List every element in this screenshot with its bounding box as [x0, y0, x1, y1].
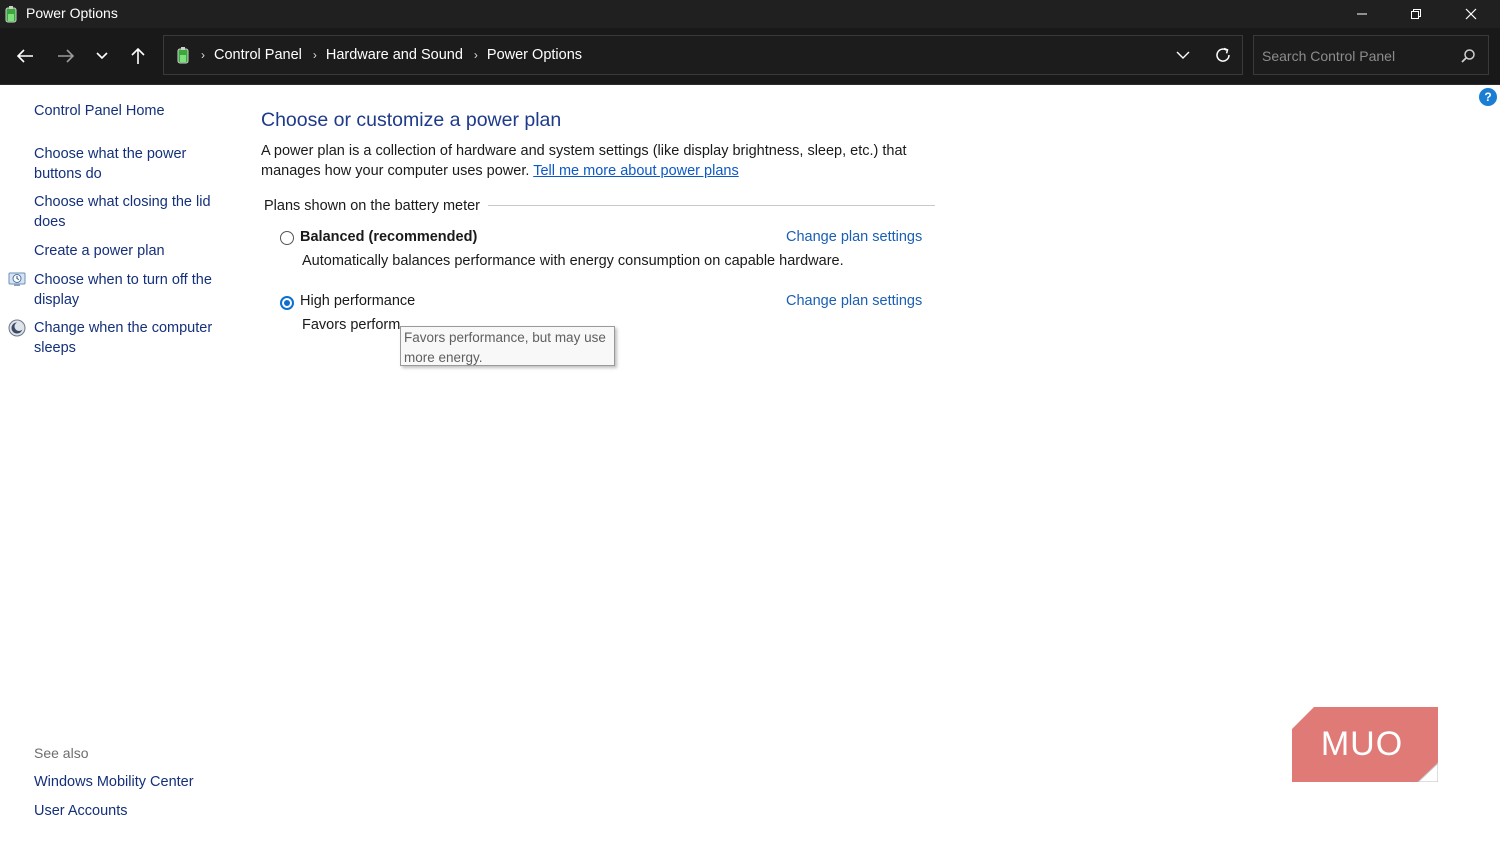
- up-button[interactable]: [124, 42, 152, 70]
- minimize-button[interactable]: [1334, 0, 1390, 28]
- display-clock-icon: [8, 272, 26, 286]
- close-button[interactable]: [1443, 0, 1499, 28]
- high-performance-plan-description: Favors perform: [302, 317, 401, 333]
- watermark-text: MUO: [1321, 725, 1403, 763]
- search-box[interactable]: [1253, 35, 1489, 76]
- arrow-left-icon: [16, 49, 33, 63]
- group-divider: [481, 205, 935, 206]
- see-also-user-accounts[interactable]: User Accounts: [34, 802, 128, 822]
- control-panel-icon: [177, 47, 189, 64]
- back-button[interactable]: [11, 42, 39, 70]
- address-bar[interactable]: › Control Panel › Hardware and Sound › P…: [163, 35, 1243, 75]
- sleep-moon-icon: [8, 319, 26, 337]
- help-button[interactable]: ?: [1479, 88, 1497, 106]
- forward-button[interactable]: [52, 42, 80, 70]
- sidebar-control-panel-home[interactable]: Control Panel Home: [34, 102, 165, 122]
- sidebar-item-power-buttons[interactable]: Choose what the power buttons do: [34, 145, 209, 184]
- refresh-button[interactable]: [1209, 44, 1237, 66]
- chevron-right-icon: ›: [201, 48, 205, 62]
- tell-me-more-link[interactable]: Tell me more about power plans: [533, 163, 739, 179]
- recent-locations-button[interactable]: [88, 42, 116, 70]
- high-performance-change-plan-settings-link[interactable]: Change plan settings: [786, 293, 922, 309]
- muo-watermark-logo: MUO: [1292, 707, 1438, 782]
- breadcrumb-power-options[interactable]: Power Options: [487, 47, 582, 63]
- sidebar-item-create-plan[interactable]: Create a power plan: [34, 242, 165, 262]
- chevron-down-icon: [1176, 51, 1190, 59]
- balanced-plan-radio[interactable]: [280, 231, 294, 245]
- arrow-right-icon: [58, 49, 75, 63]
- sidebar-item-turn-off-display[interactable]: Choose when to turn off the display: [34, 271, 214, 310]
- chevron-down-icon: [96, 52, 108, 60]
- see-also-mobility-center[interactable]: Windows Mobility Center: [34, 773, 194, 793]
- intro-text: A power plan is a collection of hardware…: [261, 142, 961, 181]
- search-input[interactable]: [1254, 36, 1464, 76]
- sidebar-item-computer-sleeps[interactable]: Change when the computer sleeps: [34, 319, 214, 358]
- balanced-change-plan-settings-link[interactable]: Change plan settings: [786, 229, 922, 245]
- window-title: Power Options: [26, 5, 118, 21]
- breadcrumb-hardware-and-sound[interactable]: Hardware and Sound: [326, 47, 463, 63]
- breadcrumb: › Control Panel › Hardware and Sound › P…: [174, 36, 582, 74]
- chevron-right-icon: ›: [473, 48, 478, 62]
- breadcrumb-control-panel[interactable]: Control Panel: [214, 47, 302, 63]
- high-performance-plan-radio[interactable]: [280, 296, 294, 310]
- arrow-up-icon: [131, 47, 145, 64]
- chevron-right-icon: ›: [312, 48, 317, 62]
- balanced-plan-description: Automatically balances performance with …: [302, 253, 844, 269]
- search-icon[interactable]: [1460, 48, 1476, 64]
- plans-group-label: Plans shown on the battery meter: [264, 198, 489, 214]
- navigation-bar: › Control Panel › Hardware and Sound › P…: [0, 28, 1500, 85]
- page-title: Choose or customize a power plan: [261, 109, 562, 131]
- balanced-plan-name[interactable]: Balanced (recommended): [300, 229, 477, 245]
- address-dropdown-button[interactable]: [1169, 46, 1197, 64]
- title-bar: Power Options: [0, 0, 1500, 28]
- restore-button[interactable]: [1388, 0, 1444, 28]
- minimize-icon: [1357, 13, 1367, 15]
- plan-description-tooltip: Favors performance, but may use more ene…: [400, 326, 615, 366]
- power-options-icon: [5, 6, 17, 23]
- close-icon: [1465, 8, 1477, 20]
- high-performance-plan-name[interactable]: High performance: [300, 293, 415, 309]
- restore-icon: [1411, 9, 1421, 19]
- sidebar-item-closing-lid[interactable]: Choose what closing the lid does: [34, 193, 214, 232]
- see-also-heading: See also: [34, 745, 89, 761]
- refresh-icon: [1216, 47, 1230, 62]
